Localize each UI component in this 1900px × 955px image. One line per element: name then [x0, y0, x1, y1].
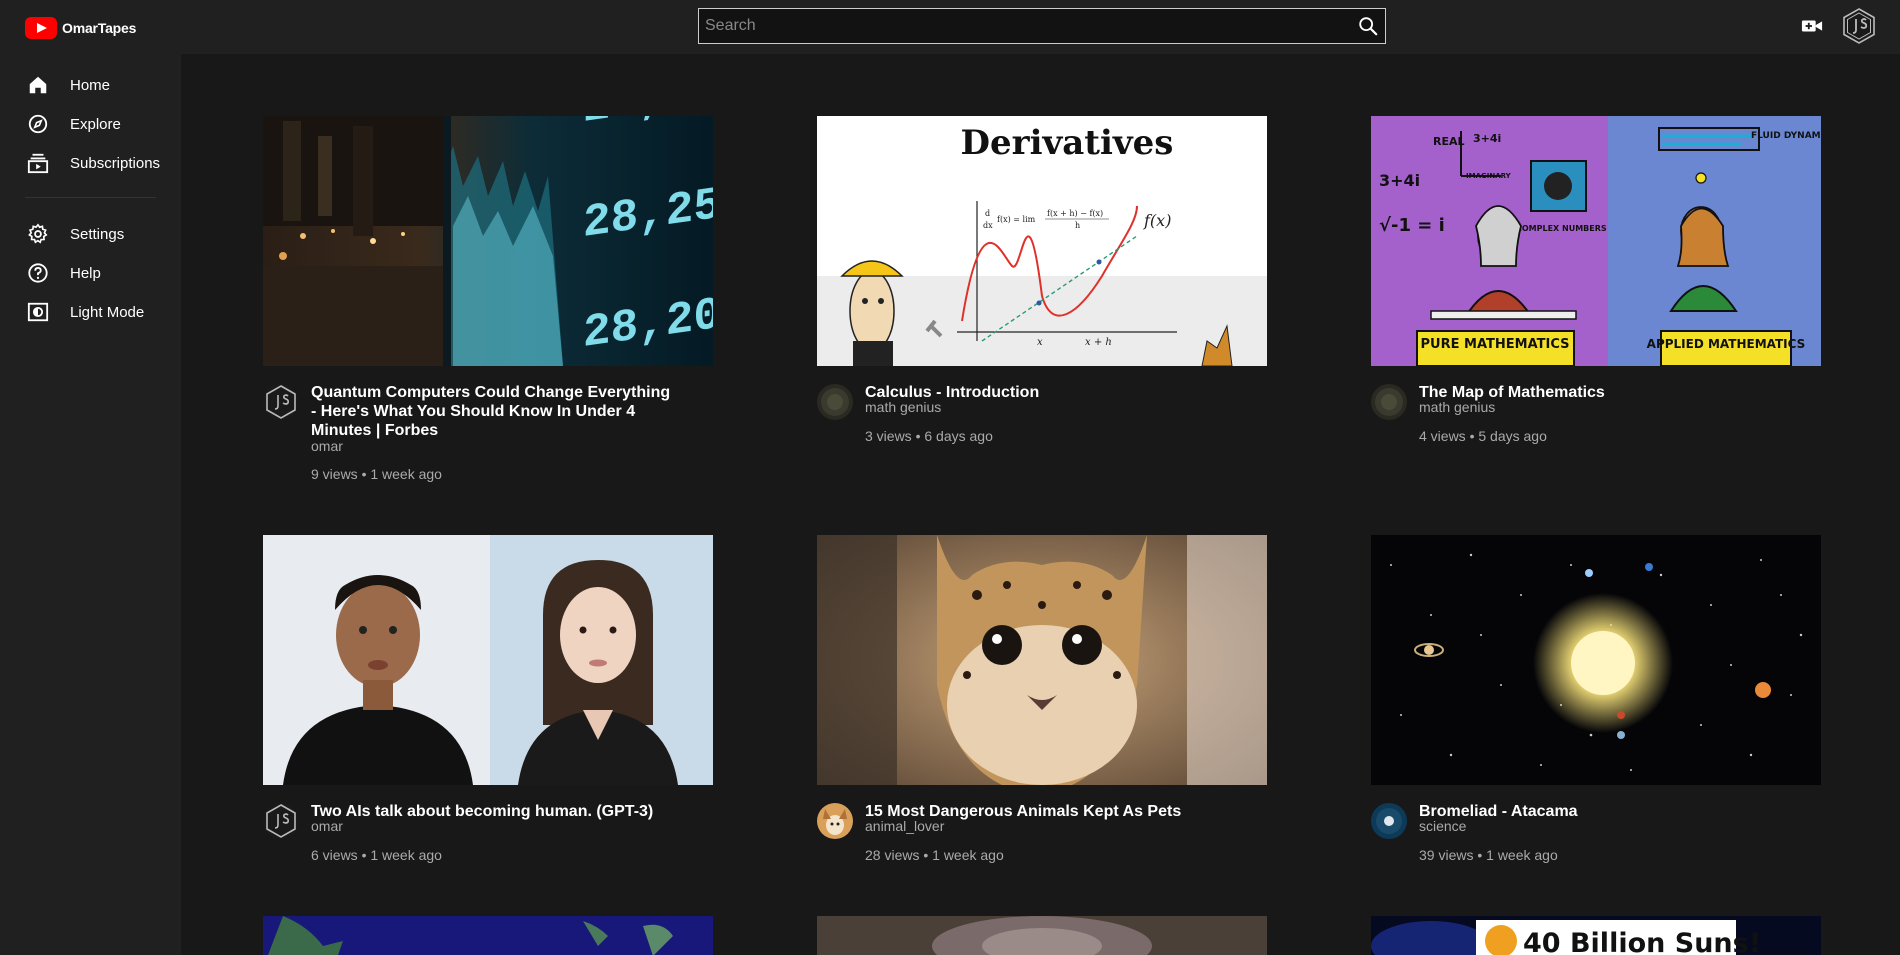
- video-title[interactable]: Quantum Computers Could Change Everythin…: [311, 383, 671, 440]
- channel-name[interactable]: omar: [311, 818, 343, 834]
- compass-icon: [28, 114, 48, 134]
- sidebar-item-subscriptions[interactable]: Subscriptions: [0, 145, 181, 181]
- svg-text:dx: dx: [983, 221, 993, 230]
- channel-avatar[interactable]: [263, 384, 299, 420]
- sidebar-item-label: Subscriptions: [70, 154, 161, 172]
- thumb-caption: 40 Billion Suns!: [1523, 928, 1761, 955]
- app-logo[interactable]: OmarTapes: [25, 17, 136, 39]
- video-meta: Bromeliad - Atacama science 39 views • 1…: [1371, 785, 1821, 905]
- video-meta: Two AIs talk about becoming human. (GPT-…: [263, 785, 713, 905]
- video-thumbnail[interactable]: [817, 916, 1267, 955]
- video-thumbnail[interactable]: 40 Billion Suns!: [1371, 916, 1821, 955]
- channel-name[interactable]: science: [1419, 818, 1466, 834]
- channel-name[interactable]: math genius: [1419, 399, 1495, 415]
- channel-avatar[interactable]: [1371, 384, 1407, 420]
- video-card[interactable]: 28,30 28,25 28,20 Quantum Computers Coul…: [263, 116, 713, 486]
- svg-text:3+4i: 3+4i: [1473, 132, 1501, 145]
- sidebar-item-help[interactable]: Help: [0, 255, 181, 291]
- sidebar-item-explore[interactable]: Explore: [0, 106, 181, 142]
- video-meta: 15 Most Dangerous Animals Kept As Pets a…: [817, 785, 1267, 905]
- video-thumbnail[interactable]: [263, 535, 713, 785]
- video-thumbnail[interactable]: Derivatives f(x) x x + h d dx f(x) = lim f(…: [817, 116, 1267, 366]
- video-thumbnail[interactable]: [817, 535, 1267, 785]
- channel-avatar[interactable]: [263, 803, 299, 839]
- video-card[interactable]: REAL 3+4i IMAGINARY 3+4i √-1 = i COMPLEX…: [1371, 116, 1821, 486]
- svg-text:COMPLEX NUMBERS: COMPLEX NUMBERS: [1516, 224, 1607, 233]
- video-stats: 39 views • 1 week ago: [1419, 847, 1558, 863]
- video-card[interactable]: [817, 916, 1267, 955]
- channel-name[interactable]: math genius: [865, 399, 941, 415]
- video-card[interactable]: 15 Most Dangerous Animals Kept As Pets a…: [817, 535, 1267, 905]
- app-name: OmarTapes: [62, 20, 137, 36]
- home-icon: [29, 76, 47, 94]
- svg-text:√-1 = i: √-1 = i: [1379, 215, 1445, 236]
- light-mode-icon: [27, 302, 49, 322]
- video-thumbnail[interactable]: 28,30 28,25 28,20: [263, 116, 713, 366]
- sidebar-item-label: Light Mode: [70, 303, 145, 321]
- sidebar: Home Explore Subscriptions Settings Help…: [0, 54, 181, 955]
- video-thumbnail[interactable]: [263, 916, 713, 955]
- video-card[interactable]: Derivatives f(x) x x + h d dx f(x) = lim f(…: [817, 116, 1267, 486]
- video-meta: Calculus - Introduction math genius 3 vi…: [817, 366, 1267, 486]
- video-card[interactable]: Two AIs talk about becoming human. (GPT-…: [263, 535, 713, 905]
- channel-avatar[interactable]: [817, 384, 853, 420]
- thumb-pure-label: PURE MATHEMATICS: [1421, 337, 1570, 352]
- video-stats: 9 views • 1 week ago: [311, 466, 442, 482]
- video-card[interactable]: [263, 916, 713, 955]
- sidebar-item-label: Home: [70, 76, 111, 94]
- thumb-applied-label: APPLIED MATHEMATICS: [1647, 337, 1806, 351]
- top-bar: OmarTapes: [0, 0, 1900, 54]
- svg-text:d: d: [985, 209, 990, 218]
- sidebar-divider: [25, 197, 156, 198]
- user-avatar[interactable]: [1842, 8, 1876, 44]
- video-card[interactable]: Bromeliad - Atacama science 39 views • 1…: [1371, 535, 1821, 905]
- thumb-xh: x + h: [1085, 337, 1112, 348]
- video-title[interactable]: Bromeliad - Atacama: [1419, 802, 1779, 821]
- channel-avatar[interactable]: [817, 803, 853, 839]
- video-stats: 4 views • 5 days ago: [1419, 428, 1547, 444]
- gear-icon: [28, 223, 48, 244]
- video-camera-add-icon[interactable]: [1801, 17, 1823, 35]
- thumb-x: x: [1037, 337, 1043, 348]
- video-thumbnail[interactable]: [1371, 535, 1821, 785]
- svg-text:h: h: [1075, 221, 1080, 230]
- channel-name[interactable]: animal_lover: [865, 818, 944, 834]
- video-thumbnail[interactable]: REAL 3+4i IMAGINARY 3+4i √-1 = i COMPLEX…: [1371, 116, 1821, 366]
- thumb-heading: Derivatives: [961, 123, 1174, 163]
- channel-name[interactable]: omar: [311, 438, 343, 454]
- sidebar-item-label: Explore: [70, 115, 121, 133]
- svg-text:FLUID DYNAMICS: FLUID DYNAMICS: [1751, 131, 1821, 141]
- search-icon[interactable]: [1357, 15, 1379, 37]
- search-input[interactable]: [699, 9, 1339, 43]
- svg-text:f(x + h) − f(x): f(x + h) − f(x): [1047, 209, 1103, 218]
- search-box: [698, 8, 1386, 44]
- sidebar-item-home[interactable]: Home: [0, 67, 181, 103]
- play-logo-icon: [25, 17, 57, 39]
- video-meta: Quantum Computers Could Change Everythin…: [263, 366, 713, 486]
- sidebar-item-settings[interactable]: Settings: [0, 216, 181, 252]
- video-stats: 6 views • 1 week ago: [311, 847, 442, 863]
- thumb-fx: f(x): [1143, 211, 1171, 230]
- video-meta: The Map of Mathematics math genius 4 vie…: [1371, 366, 1821, 486]
- video-card[interactable]: 40 Billion Suns!: [1371, 916, 1821, 955]
- video-stats: 28 views • 1 week ago: [865, 847, 1004, 863]
- sidebar-item-label: Help: [70, 264, 101, 282]
- channel-avatar[interactable]: [1371, 803, 1407, 839]
- video-title[interactable]: Two AIs talk about becoming human. (GPT-…: [311, 802, 671, 821]
- video-stats: 3 views • 6 days ago: [865, 428, 993, 444]
- help-icon: [28, 263, 48, 283]
- svg-text:3+4i: 3+4i: [1379, 171, 1420, 190]
- sidebar-item-label: Settings: [70, 225, 125, 243]
- svg-text:REAL: REAL: [1433, 135, 1465, 148]
- sidebar-item-light-mode[interactable]: Light Mode: [0, 294, 181, 330]
- svg-text:f(x) = lim: f(x) = lim: [997, 215, 1036, 224]
- subscriptions-icon: [27, 153, 49, 174]
